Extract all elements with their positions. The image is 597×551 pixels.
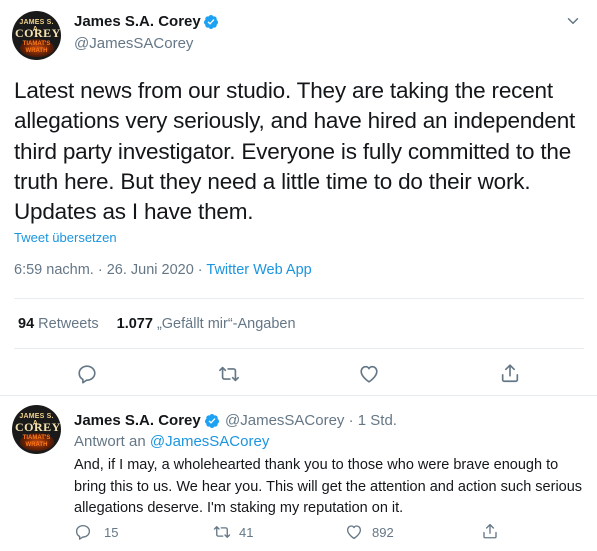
- tweet-time[interactable]: 6:59 nachm.: [14, 262, 94, 278]
- like-label: „Gefällt mir“-Angaben: [156, 316, 296, 332]
- avatar-text-bottom: TIAMAT'S WRATH: [22, 435, 51, 448]
- reply-time[interactable]: 1 Std.: [358, 412, 397, 429]
- reply-context: Antwort an @JamesSACorey: [74, 433, 269, 450]
- reply-like-count: 892: [372, 525, 394, 540]
- tweet-stats: 94 Retweets 1.077 „Gefällt mir“-Angaben: [18, 316, 296, 332]
- tweet-source-app[interactable]: Twitter Web App: [206, 262, 311, 278]
- reply-to-label: Antwort an: [74, 433, 146, 450]
- reply-to-mention[interactable]: @JamesSACorey: [150, 433, 269, 450]
- divider: [14, 298, 584, 299]
- avatar[interactable]: JAMES S. A. COREY TIAMAT'S WRATH: [12, 11, 61, 60]
- avatar-text-bottom: TIAMAT'S WRATH: [22, 41, 51, 54]
- reply-count: 15: [104, 525, 119, 540]
- share-icon[interactable]: [499, 362, 521, 384]
- avatar[interactable]: JAMES S. A. COREY TIAMAT'S WRATH: [12, 405, 61, 454]
- verified-icon: [203, 15, 218, 29]
- avatar-text-middle: COREY: [15, 420, 61, 434]
- retweet-label: Retweets: [38, 316, 99, 332]
- share-icon[interactable]: [481, 522, 499, 540]
- reply-author-handle[interactable]: @JamesSACorey: [225, 412, 344, 429]
- author-name[interactable]: James S.A. Corey: [74, 13, 201, 30]
- translate-tweet-link[interactable]: Tweet übersetzen: [14, 230, 117, 245]
- main-tweet: JAMES S. A. COREY TIAMAT'S WRATH James S…: [0, 0, 597, 396]
- reply-retweet-count: 41: [239, 525, 254, 540]
- reply-icon[interactable]: [74, 523, 92, 541]
- retweet-icon[interactable]: [218, 363, 240, 385]
- retweet-count: 94: [18, 316, 35, 332]
- reply-tweet-text: And, if I may, a wholehearted thank you …: [74, 457, 583, 516]
- retweets-stat[interactable]: 94 Retweets: [18, 316, 99, 332]
- retweet-icon[interactable]: [213, 523, 231, 541]
- tweet-text: Latest news from our studio. They are ta…: [14, 78, 576, 225]
- reply-author-name[interactable]: James S.A. Corey: [74, 412, 201, 429]
- heart-icon[interactable]: [345, 523, 363, 541]
- verified-icon: [204, 414, 219, 428]
- chevron-down-icon[interactable]: [564, 12, 582, 30]
- like-count: 1.077: [116, 316, 153, 332]
- heart-icon[interactable]: [358, 363, 380, 385]
- reply-handle-line: @JamesSACorey · 1 Std.: [225, 412, 397, 429]
- tweet-meta: 6:59 nachm. · 26. Juni 2020 · Twitter We…: [14, 262, 312, 278]
- reply-icon[interactable]: [76, 363, 98, 385]
- author-handle[interactable]: @JamesSACorey: [74, 35, 193, 52]
- divider: [14, 348, 584, 349]
- likes-stat[interactable]: 1.077 „Gefällt mir“-Angaben: [117, 316, 296, 332]
- avatar-text-middle: COREY: [15, 26, 61, 40]
- tweet-date[interactable]: 26. Juni 2020: [107, 262, 194, 278]
